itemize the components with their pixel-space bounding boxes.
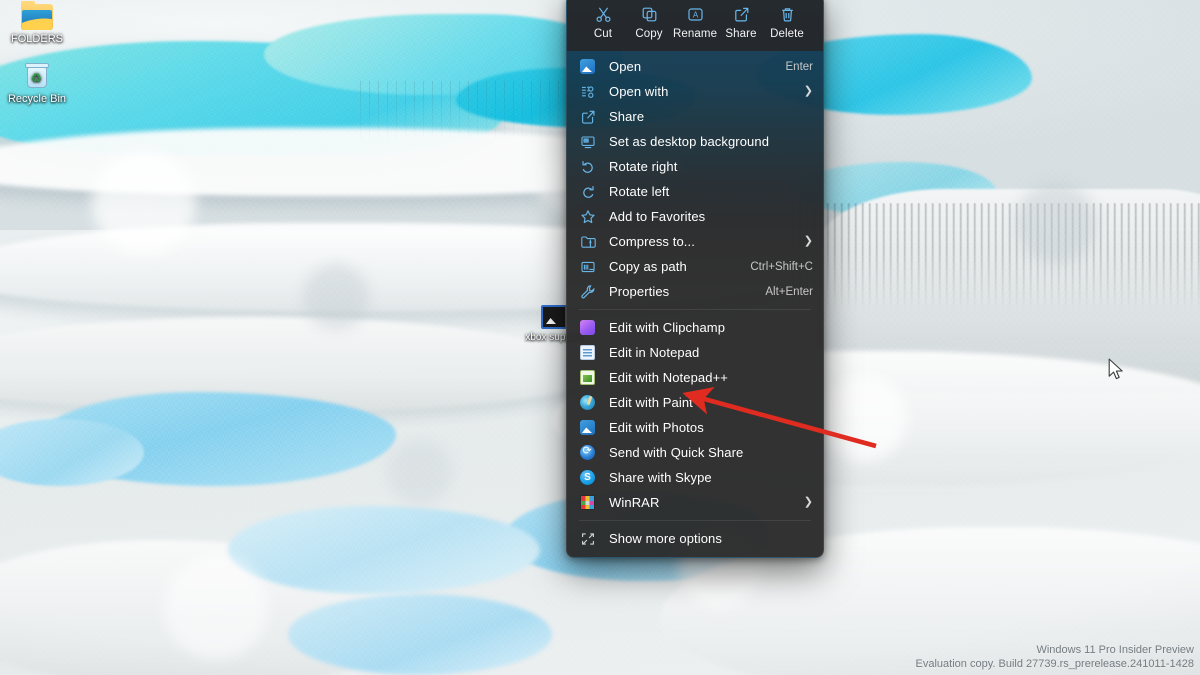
menu-item-accelerator: Ctrl+Shift+C [750, 260, 813, 273]
menu-item-label: Share with Skype [609, 470, 712, 485]
open-with-icon [579, 83, 596, 100]
rotate-left-icon [579, 183, 596, 200]
menu-item-label: Properties [609, 284, 670, 299]
menu-separator [579, 520, 811, 521]
menu-item-label: WinRAR [609, 495, 660, 510]
rename-icon: A [673, 6, 717, 23]
xbox-support-icon [541, 305, 567, 329]
menu-item-label: Show more options [609, 531, 722, 546]
rename-label: Rename [673, 28, 718, 40]
watermark-line-1: Windows 11 Pro Insider Preview [1036, 644, 1194, 656]
rotate-right-icon [579, 158, 596, 175]
clipchamp-icon [579, 319, 596, 336]
compress-icon [579, 233, 596, 250]
delete-label: Delete [770, 28, 804, 40]
menu-item-send-with-quick-share[interactable]: Send with Quick Share [567, 440, 823, 465]
menu-item-properties[interactable]: Properties Alt+Enter [567, 279, 823, 304]
mouse-cursor [1108, 358, 1123, 380]
delete-button[interactable]: Delete [765, 3, 809, 42]
menu-item-edit-in-notepad[interactable]: Edit in Notepad [567, 340, 823, 365]
copy-as-path-icon [579, 258, 596, 275]
menu-item-label: Edit with Photos [609, 420, 704, 435]
show-more-options-icon [579, 530, 596, 547]
menu-item-label: Rotate right [609, 159, 678, 174]
chevron-right-icon: ❯ [803, 85, 813, 97]
context-menu-toolbar: Cut Copy A Rename Share Delete [567, 0, 823, 51]
windows-watermark: Windows 11 Pro Insider Preview Evaluatio… [916, 643, 1194, 671]
menu-item-compress-to[interactable]: Compress to... ❯ [567, 229, 823, 254]
cut-label: Cut [593, 28, 613, 40]
menu-item-open[interactable]: Open Enter [567, 54, 823, 79]
menu-item-edit-with-paint[interactable]: Edit with Paint [567, 390, 823, 415]
scissors-icon [581, 6, 625, 23]
menu-item-edit-with-notepadpp[interactable]: Edit with Notepad++ [567, 365, 823, 390]
wrench-icon [579, 283, 596, 300]
winrar-icon [579, 494, 596, 511]
desktop-icon-label: FOLDERS [11, 33, 63, 45]
menu-item-edit-with-photos[interactable]: Edit with Photos [567, 415, 823, 440]
desktop-icon-folders[interactable]: FOLDERS [0, 1, 74, 45]
menu-item-edit-with-clipchamp[interactable]: Edit with Clipchamp [567, 315, 823, 340]
chevron-right-icon: ❯ [803, 496, 813, 508]
menu-item-label: Copy as path [609, 259, 687, 274]
menu-item-label: Edit in Notepad [609, 345, 700, 360]
menu-item-label: Share [609, 109, 645, 124]
menu-item-label: Send with Quick Share [609, 445, 744, 460]
copy-icon [627, 6, 671, 23]
menu-item-label: Open [609, 59, 642, 74]
menu-item-share[interactable]: Share [567, 104, 823, 129]
desktop-icon-recycle-bin[interactable]: ♻ Recycle Bin [0, 62, 74, 105]
share-icon [579, 108, 596, 125]
menu-item-copy-as-path[interactable]: Copy as path Ctrl+Shift+C [567, 254, 823, 279]
chevron-right-icon: ❯ [803, 235, 813, 247]
menu-separator [579, 309, 811, 310]
svg-text:A: A [692, 11, 698, 20]
photos-icon [579, 419, 596, 436]
paint-icon [579, 394, 596, 411]
recycle-bin-icon: ♻ [24, 62, 50, 90]
watermark-line-2: Evaluation copy. Build 27739.rs_prerelea… [915, 658, 1194, 670]
notepadpp-icon [579, 369, 596, 386]
copy-label: Copy [635, 28, 663, 40]
menu-item-label: Rotate left [609, 184, 670, 199]
menu-item-rotate-left[interactable]: Rotate left [567, 179, 823, 204]
cut-button[interactable]: Cut [581, 3, 625, 42]
menu-item-open-with[interactable]: Open with ❯ [567, 79, 823, 104]
menu-item-label: Set as desktop background [609, 134, 770, 149]
menu-item-label: Edit with Notepad++ [609, 370, 728, 385]
menu-item-accelerator: Alt+Enter [765, 285, 813, 298]
folder-icon [21, 1, 53, 30]
copy-button[interactable]: Copy [627, 3, 671, 42]
menu-item-label: Edit with Clipchamp [609, 320, 726, 335]
star-icon [579, 208, 596, 225]
menu-item-accelerator: Enter [785, 60, 814, 73]
menu-item-label: Edit with Paint [609, 395, 693, 410]
menu-item-label: Open with [609, 84, 669, 99]
menu-item-add-to-favorites[interactable]: Add to Favorites [567, 204, 823, 229]
menu-item-set-as-desktop-background[interactable]: Set as desktop background [567, 129, 823, 154]
quick-share-icon [579, 444, 596, 461]
share-icon [719, 6, 763, 23]
notepad-icon [579, 344, 596, 361]
menu-item-share-with-skype[interactable]: Share with Skype [567, 465, 823, 490]
desktop-background-icon [579, 133, 596, 150]
desktop-icon-label: Recycle Bin [7, 93, 67, 105]
photo-app-icon [579, 58, 596, 75]
menu-item-label: Compress to... [609, 234, 695, 249]
menu-item-label: Add to Favorites [609, 209, 706, 224]
menu-item-show-more-options[interactable]: Show more options [567, 526, 823, 551]
menu-item-rotate-right[interactable]: Rotate right [567, 154, 823, 179]
trash-icon [765, 6, 809, 23]
rename-button[interactable]: A Rename [673, 3, 717, 42]
menu-item-winrar[interactable]: WinRAR ❯ [567, 490, 823, 515]
share-label: Share [725, 28, 757, 40]
context-menu[interactable]: Cut Copy A Rename Share Delete Open Ente… [566, 0, 824, 558]
skype-icon [579, 469, 596, 486]
share-button[interactable]: Share [719, 3, 763, 42]
